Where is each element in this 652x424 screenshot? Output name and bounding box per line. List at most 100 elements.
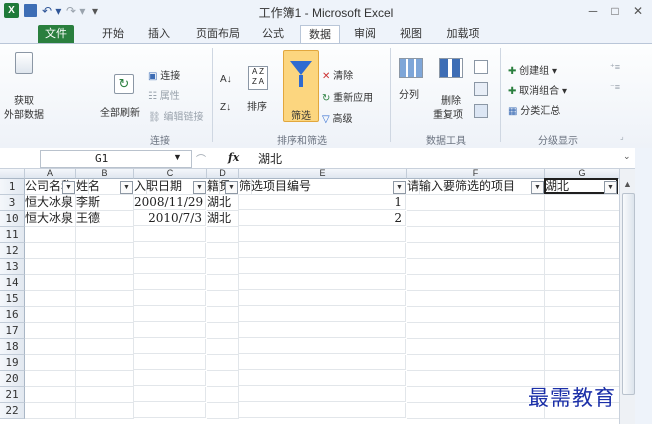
name-box[interactable]: G1 ▼ bbox=[40, 150, 192, 168]
table-cell[interactable] bbox=[76, 323, 134, 339]
table-cell[interactable]: 恒大冰泉 bbox=[25, 211, 76, 227]
table-cell[interactable] bbox=[407, 403, 545, 419]
table-cell[interactable] bbox=[545, 227, 620, 243]
table-cell[interactable] bbox=[134, 227, 206, 242]
table-cell[interactable] bbox=[407, 291, 545, 307]
table-cell[interactable] bbox=[76, 243, 134, 259]
tab-view[interactable]: 视图 bbox=[394, 25, 428, 44]
validation-dropdown-icon[interactable]: ▼ bbox=[604, 181, 617, 194]
subtotal-button[interactable]: ▦ 分类汇总 bbox=[508, 102, 560, 117]
table-cell[interactable] bbox=[407, 227, 545, 243]
table-cell[interactable] bbox=[407, 355, 545, 371]
table-cell[interactable] bbox=[545, 291, 620, 307]
row-header[interactable]: 12 bbox=[0, 243, 25, 259]
column-header-b[interactable]: B bbox=[76, 169, 134, 179]
table-cell[interactable] bbox=[207, 323, 239, 339]
connections-button[interactable]: ▣ 连接 bbox=[148, 67, 180, 82]
row-header[interactable]: 11 bbox=[0, 227, 25, 243]
restore-button[interactable]: □ bbox=[606, 2, 624, 20]
table-cell[interactable] bbox=[25, 291, 76, 307]
table-cell[interactable] bbox=[407, 307, 545, 323]
refresh-all-button[interactable]: ↻ 全部刷新 bbox=[100, 50, 144, 120]
close-button[interactable]: ✕ bbox=[629, 2, 647, 20]
table-cell[interactable] bbox=[76, 227, 134, 243]
table-cell[interactable] bbox=[134, 403, 206, 418]
table-cell[interactable]: 李斯 bbox=[76, 195, 134, 211]
filter-dropdown-icon[interactable]: ▼ bbox=[193, 181, 206, 194]
table-cell[interactable] bbox=[407, 323, 545, 339]
table-cell[interactable] bbox=[25, 243, 76, 259]
table-cell[interactable] bbox=[207, 339, 239, 355]
table-cell[interactable] bbox=[239, 339, 406, 354]
select-all-corner[interactable] bbox=[0, 169, 25, 179]
table-cell[interactable] bbox=[545, 211, 620, 227]
table-cell[interactable] bbox=[134, 291, 206, 306]
tab-review[interactable]: 审阅 bbox=[348, 25, 382, 44]
table-cell[interactable] bbox=[545, 243, 620, 259]
table-cell[interactable] bbox=[407, 195, 545, 211]
tab-data[interactable]: 数据 bbox=[300, 25, 340, 45]
table-cell[interactable] bbox=[207, 291, 239, 307]
remove-duplicates-button[interactable]: 删除 重复项 bbox=[433, 54, 469, 121]
name-box-dropdown-icon[interactable]: ▼ bbox=[173, 152, 182, 162]
column-header-c[interactable]: C bbox=[134, 169, 207, 179]
table-cell[interactable] bbox=[239, 387, 406, 402]
row-header[interactable]: 21 bbox=[0, 387, 25, 403]
tab-home[interactable]: 开始 bbox=[96, 25, 130, 44]
column-header-a[interactable]: A bbox=[25, 169, 76, 179]
table-cell[interactable] bbox=[207, 403, 239, 419]
table-cell[interactable] bbox=[25, 323, 76, 339]
table-cell[interactable] bbox=[407, 387, 545, 403]
table-cell[interactable] bbox=[239, 291, 406, 306]
table-cell[interactable] bbox=[239, 243, 406, 258]
row-header[interactable]: 1 bbox=[0, 179, 25, 195]
consolidate-icon[interactable] bbox=[474, 82, 488, 96]
dialog-launcher-icon[interactable]: ⌟ bbox=[620, 132, 624, 141]
table-cell[interactable] bbox=[407, 371, 545, 387]
hide-detail-icon[interactable]: ⁻≡ bbox=[610, 82, 620, 93]
text-to-columns-button[interactable]: 分列 bbox=[397, 54, 425, 114]
scroll-thumb[interactable] bbox=[622, 193, 635, 395]
table-cell[interactable]: 2010/7/3 bbox=[134, 211, 206, 226]
table-cell[interactable] bbox=[239, 403, 406, 418]
sort-ascending-button[interactable]: A↓ bbox=[220, 74, 232, 85]
tab-formulas[interactable]: 公式 bbox=[256, 25, 290, 44]
filter-dropdown-icon[interactable]: ▼ bbox=[393, 181, 406, 194]
table-cell[interactable] bbox=[134, 259, 206, 274]
scroll-up-arrow-icon[interactable]: ▲ bbox=[623, 179, 632, 189]
row-header[interactable]: 17 bbox=[0, 323, 25, 339]
row-header[interactable]: 20 bbox=[0, 371, 25, 387]
table-cell[interactable] bbox=[207, 307, 239, 323]
row-header[interactable]: 16 bbox=[0, 307, 25, 323]
data-validation-icon[interactable] bbox=[474, 60, 488, 74]
table-cell[interactable] bbox=[25, 275, 76, 291]
filter-dropdown-icon[interactable]: ▼ bbox=[225, 181, 238, 194]
table-cell[interactable]: 1 bbox=[239, 195, 406, 210]
column-header-e[interactable]: E bbox=[239, 169, 407, 179]
row-header[interactable]: 13 bbox=[0, 259, 25, 275]
row-header[interactable]: 19 bbox=[0, 355, 25, 371]
table-cell[interactable] bbox=[25, 387, 76, 403]
sort-descending-button[interactable]: Z↓ bbox=[220, 102, 231, 113]
table-cell[interactable]: 恒大冰泉 bbox=[25, 195, 76, 211]
table-cell[interactable] bbox=[25, 339, 76, 355]
reapply-button[interactable]: ↻ 重新应用 bbox=[322, 89, 373, 104]
get-external-data-button[interactable]: 获取 外部数据 bbox=[4, 50, 44, 121]
table-cell[interactable] bbox=[76, 371, 134, 387]
table-cell[interactable]: 王德 bbox=[76, 211, 134, 227]
table-cell[interactable] bbox=[239, 227, 406, 242]
table-cell[interactable] bbox=[76, 259, 134, 275]
table-cell[interactable] bbox=[207, 227, 239, 243]
table-cell[interactable] bbox=[25, 355, 76, 371]
table-cell[interactable] bbox=[25, 307, 76, 323]
group-button[interactable]: ✚ 创建组 ▾ bbox=[508, 62, 557, 77]
table-cell[interactable] bbox=[545, 323, 620, 339]
row-header[interactable]: 14 bbox=[0, 275, 25, 291]
table-cell[interactable] bbox=[134, 371, 206, 386]
expand-formula-bar-icon[interactable]: ⌄ bbox=[623, 151, 631, 162]
tab-insert[interactable]: 插入 bbox=[142, 25, 176, 44]
table-cell[interactable] bbox=[134, 339, 206, 354]
tab-page-layout[interactable]: 页面布局 bbox=[190, 25, 246, 44]
tab-file[interactable]: 文件 bbox=[38, 25, 74, 44]
minimize-button[interactable]: ─ bbox=[584, 2, 602, 20]
